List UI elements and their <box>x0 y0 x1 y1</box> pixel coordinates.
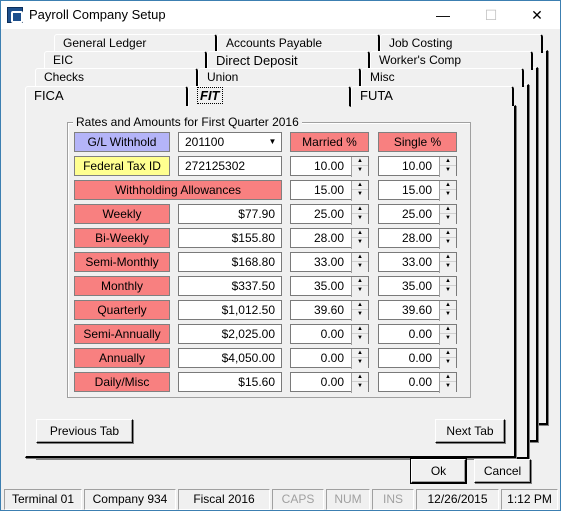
spin-arrows-icon[interactable]: ▲ ▼ <box>351 157 368 177</box>
spin-arrows-icon[interactable]: ▲ ▼ <box>351 181 368 201</box>
allowance-amount-weekly[interactable]: $77.90 <box>178 204 282 224</box>
allowance-amount-quarterly[interactable]: $1,012.50 <box>178 300 282 320</box>
pay-period-label-monthly: Monthly <box>74 276 170 296</box>
pay-period-label-annually: Annually <box>74 348 170 368</box>
allowance-amount-daily-misc[interactable]: $15.60 <box>178 372 282 392</box>
status-time: 1:12 PM <box>501 489 558 510</box>
pay-period-label-semi-monthly: Semi-Monthly <box>74 252 170 272</box>
spin-arrows-icon[interactable]: ▲ ▼ <box>439 181 456 201</box>
spin-arrows-icon[interactable]: ▲ ▼ <box>351 229 368 249</box>
pay-period-label-bi-weekly: Bi-Weekly <box>74 228 170 248</box>
cancel-button[interactable]: Cancel <box>474 459 531 483</box>
married-rate-spinner[interactable]: 0.00 ▲ ▼ <box>290 324 369 345</box>
pay-period-label-weekly: Weekly <box>74 204 170 224</box>
spin-arrows-icon[interactable]: ▲ ▼ <box>351 205 368 225</box>
married-rate-spinner[interactable]: 15.00 ▲ ▼ <box>290 180 369 201</box>
single-rate-spinner[interactable]: 35.00 ▲ ▼ <box>378 276 457 297</box>
group-legend: Rates and Amounts for First Quarter 2016 <box>73 115 302 129</box>
married-rate-spinner[interactable]: 39.60 ▲ ▼ <box>290 300 369 321</box>
gl-withhold-value: 201100 <box>185 135 225 149</box>
pay-period-label-semi-annually: Semi-Annually <box>74 324 170 344</box>
federal-tax-id-field[interactable]: 272125302 <box>178 156 282 176</box>
status-date: 12/26/2015 <box>416 489 499 510</box>
pay-period-label-daily-misc: Daily/Misc <box>74 372 170 392</box>
tab-checks[interactable]: Checks <box>35 68 198 87</box>
single-percent-header: Single % <box>378 132 457 152</box>
spin-arrows-icon[interactable]: ▲ ▼ <box>439 325 456 345</box>
married-rate-spinner[interactable]: 28.00 ▲ ▼ <box>290 228 369 249</box>
single-rate-spinner[interactable]: 15.00 ▲ ▼ <box>378 180 457 201</box>
married-rate-spinner[interactable]: 0.00 ▲ ▼ <box>290 372 369 393</box>
single-rate-spinner[interactable]: 39.60 ▲ ▼ <box>378 300 457 321</box>
spin-arrows-icon[interactable]: ▲ ▼ <box>439 301 456 321</box>
single-rate-spinner[interactable]: 33.00 ▲ ▼ <box>378 252 457 273</box>
gl-withhold-label: G/L Withhold <box>74 132 170 152</box>
tab-fica[interactable]: FICA <box>25 86 188 106</box>
married-percent-header: Married % <box>290 132 369 152</box>
status-company: Company 934 <box>84 489 176 510</box>
status-terminal: Terminal 01 <box>4 489 82 510</box>
married-rate-spinner[interactable]: 0.00 ▲ ▼ <box>290 348 369 369</box>
tab-misc[interactable]: Misc <box>361 68 524 87</box>
status-caps: CAPS <box>272 489 324 510</box>
payroll-company-setup-window: Payroll Company Setup — ☐ ✕ General Ledg… <box>0 0 561 511</box>
maximize-button: ☐ <box>484 7 498 23</box>
gl-withhold-dropdown[interactable]: 201100 ▼ <box>178 132 282 152</box>
spin-arrows-icon[interactable]: ▲ ▼ <box>351 373 368 393</box>
spin-arrows-icon[interactable]: ▲ ▼ <box>439 253 456 273</box>
married-rate-spinner[interactable]: 33.00 ▲ ▼ <box>290 252 369 273</box>
spin-arrows-icon[interactable]: ▲ ▼ <box>351 253 368 273</box>
pay-period-label-quarterly: Quarterly <box>74 300 170 320</box>
spin-arrows-icon[interactable]: ▲ ▼ <box>439 373 456 393</box>
status-bar: Terminal 01 Company 934 Fiscal 2016 CAPS… <box>2 489 559 510</box>
allowance-amount-annually[interactable]: $4,050.00 <box>178 348 282 368</box>
single-rate-spinner[interactable]: 10.00 ▲ ▼ <box>378 156 457 177</box>
spin-arrows-icon[interactable]: ▲ ▼ <box>439 349 456 369</box>
spin-arrows-icon[interactable]: ▲ ▼ <box>351 349 368 369</box>
tab-fit[interactable]: FIT <box>188 86 351 107</box>
status-fiscal: Fiscal 2016 <box>178 489 270 510</box>
ok-button[interactable]: Ok <box>410 458 467 484</box>
minimize-button[interactable]: — <box>420 1 466 29</box>
title-bar: Payroll Company Setup — ☐ ✕ <box>1 1 560 29</box>
married-rate-spinner[interactable]: 25.00 ▲ ▼ <box>290 204 369 225</box>
spin-arrows-icon[interactable]: ▲ ▼ <box>439 229 456 249</box>
allowance-amount-monthly[interactable]: $337.50 <box>178 276 282 296</box>
single-rate-spinner[interactable]: 0.00 ▲ ▼ <box>378 372 457 393</box>
app-icon <box>7 7 23 23</box>
tab-futa[interactable]: FUTA <box>351 86 514 106</box>
allowance-amount-semi-monthly[interactable]: $168.80 <box>178 252 282 272</box>
single-rate-spinner[interactable]: 28.00 ▲ ▼ <box>378 228 457 249</box>
single-rate-spinner[interactable]: 0.00 ▲ ▼ <box>378 348 457 369</box>
spin-arrows-icon[interactable]: ▲ ▼ <box>439 277 456 297</box>
federal-tax-id-label: Federal Tax ID <box>74 156 170 176</box>
status-ins: INS <box>372 489 414 510</box>
chevron-down-icon[interactable]: ▼ <box>264 133 281 151</box>
married-rate-spinner[interactable]: 35.00 ▲ ▼ <box>290 276 369 297</box>
spin-arrows-icon[interactable]: ▲ ▼ <box>439 205 456 225</box>
allowance-amount-bi-weekly[interactable]: $155.80 <box>178 228 282 248</box>
single-rate-spinner[interactable]: 25.00 ▲ ▼ <box>378 204 457 225</box>
spin-arrows-icon[interactable]: ▲ ▼ <box>351 325 368 345</box>
close-button[interactable]: ✕ <box>514 1 560 29</box>
withholding-allowances-label: Withholding Allowances <box>74 180 282 200</box>
allowance-amount-semi-annually[interactable]: $2,025.00 <box>178 324 282 344</box>
tab-union[interactable]: Union <box>198 68 361 87</box>
spin-arrows-icon[interactable]: ▲ ▼ <box>439 157 456 177</box>
window-title: Payroll Company Setup <box>29 7 166 22</box>
spin-arrows-icon[interactable]: ▲ ▼ <box>351 301 368 321</box>
single-rate-spinner[interactable]: 0.00 ▲ ▼ <box>378 324 457 345</box>
previous-tab-button[interactable]: Previous Tab <box>36 419 133 443</box>
spin-arrows-icon[interactable]: ▲ ▼ <box>351 277 368 297</box>
married-rate-spinner[interactable]: 10.00 ▲ ▼ <box>290 156 369 177</box>
next-tab-button[interactable]: Next Tab <box>435 419 505 443</box>
status-num: NUM <box>326 489 370 510</box>
